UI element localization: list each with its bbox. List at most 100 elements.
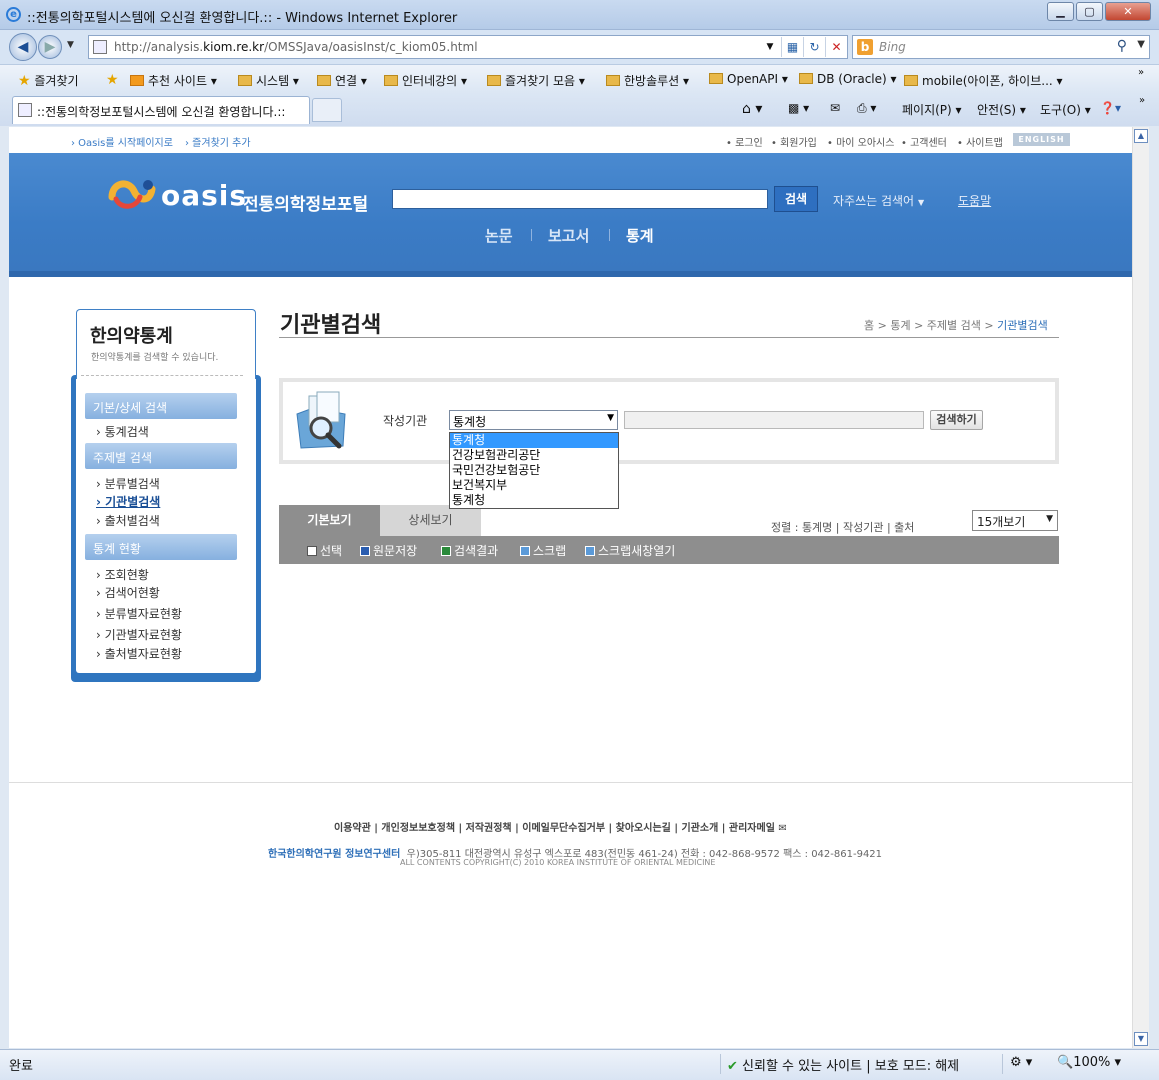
scrap-button[interactable]: 스크랩	[520, 542, 566, 559]
fav-item-favorites-collection[interactable]: 즐겨찾기 모음 ▾	[487, 72, 585, 89]
recommended-site-icon	[130, 75, 144, 86]
new-tab-button[interactable]	[312, 98, 342, 122]
nav-statistics[interactable]: 통계	[626, 225, 654, 246]
close-window-button[interactable]: ✕	[1105, 2, 1151, 21]
security-zone[interactable]: ✔ 신뢰할 수 있는 사이트 | 보호 모드: 해제	[727, 1055, 959, 1074]
cat-stat-status[interactable]: 통계 현황	[85, 534, 237, 560]
mail-icon[interactable]: ✉	[830, 101, 840, 115]
option-item[interactable]: 건강보험관리공단	[450, 448, 618, 463]
browser-tab[interactable]: ::전통의학정보포털시스템에 오신걸 환영합니다.::	[12, 96, 310, 124]
add-favorite-icon[interactable]: ★	[106, 72, 119, 88]
cat-basic-search[interactable]: 기본/상세 검색	[85, 393, 237, 419]
search-box[interactable]: b Bing ⚲ ▼	[852, 35, 1150, 59]
compatibility-view-icon[interactable]: ▦	[781, 37, 803, 57]
customer-center-link[interactable]: • 고객센터	[901, 134, 947, 149]
join-link[interactable]: • 회원가입	[771, 134, 817, 149]
site-search-button[interactable]: 검색	[774, 186, 818, 212]
scrap-icon	[520, 546, 530, 556]
search-placeholder: Bing	[879, 40, 906, 54]
my-oasis-link[interactable]: • 마이 오아시스	[827, 134, 894, 149]
folder-icon	[904, 75, 918, 86]
scroll-down-icon[interactable]: ▼	[1134, 1032, 1148, 1046]
fav-item-mobile[interactable]: mobile(아이폰, 하이브... ▾	[904, 72, 1063, 89]
sidebar-item-category-search[interactable]: › 분류별검색	[96, 475, 160, 492]
search-options-icon[interactable]: ▼	[1137, 39, 1145, 50]
forward-button[interactable]: ▶	[38, 35, 62, 59]
frequent-keywords-dropdown[interactable]: 자주쓰는 검색어 ▼	[833, 192, 924, 209]
sidebar-item-institution-search[interactable]: › 기관별검색	[96, 493, 160, 510]
scroll-up-icon[interactable]: ▲	[1134, 129, 1148, 143]
address-bar[interactable]: http://analysis.kiom.re.kr/OMSSJava/oasi…	[88, 35, 848, 59]
fav-item-db-oracle[interactable]: DB (Oracle) ▾	[799, 72, 897, 86]
oasis-logo-icon[interactable]	[106, 177, 158, 211]
minimize-button[interactable]: ▁	[1047, 2, 1074, 21]
fav-item-link[interactable]: 연결 ▾	[317, 72, 367, 89]
author-options-list: 통계청 건강보험관리공단 국민건강보험공단 보건복지부 통계청	[449, 432, 619, 509]
folder-icon	[487, 75, 501, 86]
fav-item-recommended[interactable]: 추천 사이트 ▾	[130, 72, 217, 89]
fav-item-system[interactable]: 시스템 ▾	[238, 72, 299, 89]
help-link[interactable]: 도움말	[958, 192, 991, 209]
select-all-checkbox[interactable]: 선택	[307, 542, 342, 559]
home-icon[interactable]: ⌂ ▾	[742, 101, 762, 117]
sidebar-item-category-data-status[interactable]: › 분류별자료현황	[96, 605, 182, 622]
status-bar: 완료 ✔ 신뢰할 수 있는 사이트 | 보호 모드: 해제 ⚙ ▾ 🔍100% …	[0, 1049, 1159, 1080]
scrap-new-window-button[interactable]: 스크랩새창열기	[585, 542, 675, 559]
english-button[interactable]: ENGLISH	[1013, 133, 1070, 146]
option-item[interactable]: 보건복지부	[450, 478, 618, 493]
save-original-button[interactable]: 원문저장	[360, 542, 417, 559]
tab-detail-view[interactable]: 상세보기	[380, 505, 481, 536]
feeds-icon[interactable]: ▩ ▾	[788, 101, 809, 115]
option-item[interactable]: 통계청	[450, 493, 618, 508]
sort-options[interactable]: 정렬 : 통계명 | 작성기관 | 출처	[771, 519, 914, 535]
print-icon[interactable]: ⎙ ▾	[857, 101, 876, 116]
search-icon[interactable]: ⚲	[1117, 38, 1127, 54]
back-button[interactable]: ◀	[9, 33, 37, 61]
address-url[interactable]: http://analysis.kiom.re.kr/OMSSJava/oasi…	[114, 40, 478, 54]
keyword-input[interactable]	[624, 411, 924, 429]
sidebar-item-source-search[interactable]: › 출처별검색	[96, 512, 160, 529]
sitemap-link[interactable]: • 사이트맵	[957, 134, 1003, 149]
tools-menu[interactable]: 도구(O) ▾	[1040, 101, 1091, 118]
nav-papers[interactable]: 논문	[485, 225, 513, 246]
search-submit-button[interactable]: 검색하기	[930, 410, 983, 430]
fav-item-openapi[interactable]: OpenAPI ▾	[709, 72, 788, 86]
vertical-scrollbar[interactable]: ▲ ▼	[1132, 127, 1149, 1048]
author-select[interactable]: 통계청 ▼	[449, 410, 618, 430]
help-icon[interactable]: ❓▾	[1100, 101, 1121, 115]
page-menu[interactable]: 페이지(P) ▾	[902, 101, 962, 118]
more-commands-icon[interactable]: »	[1139, 95, 1145, 106]
site-search-input[interactable]	[392, 189, 768, 209]
refresh-icon[interactable]: ↻	[803, 37, 825, 57]
tab-basic-view[interactable]: 기본보기	[279, 505, 380, 536]
nav-reports[interactable]: 보고서	[548, 225, 589, 246]
popup-settings-icon[interactable]: ⚙ ▾	[1010, 1055, 1032, 1070]
safety-menu[interactable]: 안전(S) ▾	[977, 101, 1026, 118]
sidebar-item-stat-search[interactable]: › 통계검색	[96, 423, 149, 440]
add-favorite-link[interactable]: › 즐겨찾기 추가	[185, 134, 251, 149]
fav-item-solution[interactable]: 한방솔루션 ▾	[606, 72, 689, 89]
set-homepage-link[interactable]: › Oasis를 시작페이지로	[71, 134, 173, 149]
maximize-button[interactable]: ▢	[1076, 2, 1103, 21]
sidebar-item-institution-data-status[interactable]: › 기관별자료현황	[96, 626, 182, 643]
favorites-button[interactable]: ★ 즐겨찾기	[18, 72, 79, 89]
recent-pages-dropdown-icon[interactable]: ▼	[67, 40, 74, 50]
sidebar-item-keyword-status[interactable]: › 검색어현황	[96, 584, 160, 601]
sidebar-item-source-data-status[interactable]: › 출처별자료현황	[96, 645, 182, 662]
address-dropdown-icon[interactable]: ▼	[759, 37, 781, 57]
stop-icon[interactable]: ✕	[825, 37, 847, 57]
fav-item-lecture[interactable]: 인터네강의 ▾	[384, 72, 467, 89]
zoom-control[interactable]: 🔍100% ▾	[1057, 1055, 1121, 1070]
cat-topic-search[interactable]: 주제별 검색	[85, 443, 237, 469]
page-size-select[interactable]: 15개보기 ▼	[972, 510, 1058, 531]
export-results-button[interactable]: 검색결과	[441, 542, 498, 559]
option-item[interactable]: 국민건강보험공단	[450, 463, 618, 478]
window-title: ::전통의학포털시스템에 오신걸 환영합니다.:: - Windows Inte…	[27, 11, 458, 26]
save-disk-icon	[360, 546, 370, 556]
option-item[interactable]: 통계청	[450, 433, 618, 448]
more-favorites-icon[interactable]: »	[1138, 67, 1144, 78]
sidebar-item-view-status[interactable]: › 조회현황	[96, 566, 149, 583]
login-link[interactable]: • 로그인	[726, 134, 763, 149]
site-logo-text[interactable]: oasis	[161, 179, 247, 212]
footer-links[interactable]: 이용약관 | 개인정보보호정책 | 저작권정책 | 이메일무단수집거부 | 찾아…	[334, 819, 787, 834]
